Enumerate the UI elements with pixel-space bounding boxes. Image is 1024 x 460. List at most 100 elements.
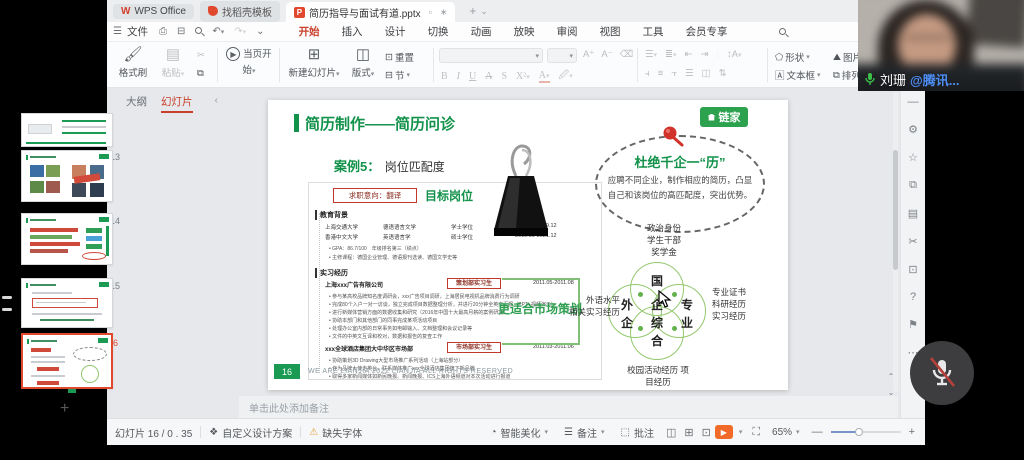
share-icon[interactable]: ⧉ (909, 179, 917, 192)
align-right-icon[interactable]: ⫟ (671, 68, 677, 79)
settings-sliders-icon[interactable]: ⚙ (908, 123, 918, 136)
ribbon-tab-review[interactable]: 审阅 (546, 22, 589, 42)
ribbon-search-icon[interactable] (779, 26, 786, 38)
previous-slide-button[interactable]: ⌃ (884, 372, 898, 384)
increase-font-icon[interactable]: A⁺ (583, 49, 594, 60)
slide-thumbnail-12[interactable] (21, 113, 113, 147)
italic-button[interactable]: I (457, 71, 460, 82)
quickbar-chevron-icon[interactable]: ⌄ (256, 26, 264, 37)
justify-icon[interactable]: ☰ (685, 68, 694, 79)
bullet-list-icon[interactable]: ☰▾ (645, 49, 657, 60)
numbered-list-icon[interactable]: ≣▾ (665, 49, 676, 60)
clear-format-icon[interactable]: ⌫ (620, 49, 633, 60)
superscript-button[interactable]: X²▾ (516, 71, 530, 82)
redo-icon[interactable]: ↷▾ (234, 26, 246, 37)
font-name-select[interactable]: ▾ (439, 48, 543, 63)
ribbon-tab-design[interactable]: 设计 (374, 22, 417, 42)
wps-home-button[interactable]: W WPS Office (113, 4, 194, 19)
help-icon[interactable]: ? (910, 291, 916, 303)
zoom-slider[interactable] (831, 431, 901, 433)
zoom-level[interactable]: 65%▾ (764, 427, 808, 438)
shadow-button[interactable]: S (501, 71, 507, 82)
slide-thumbnail-13[interactable] (21, 150, 113, 202)
new-slide-button[interactable]: ⊞ 新建幻灯片▾ (285, 45, 343, 79)
print-icon[interactable]: ⊟ (177, 26, 185, 37)
strikethrough-button[interactable]: A (485, 71, 492, 82)
slide-thumbnail-14[interactable] (21, 213, 113, 265)
slide-canvas[interactable]: 简历制作——简历问诊 链家 案例5： 岗位匹配度 求职意向：翻译 目标岗位 教育… (268, 100, 788, 390)
ribbon-tab-member[interactable]: 会员专享 (675, 22, 739, 42)
new-tab-button[interactable]: + (469, 4, 476, 18)
undo-icon[interactable]: ↶▾ (212, 26, 224, 37)
smart-beautify-button[interactable]: ◔ 智能美化▾ (482, 425, 556, 440)
meeting-side-handle[interactable] (2, 296, 12, 299)
play-options-chevron-icon[interactable]: ▾ (739, 428, 743, 436)
canvas-scrollbar-thumb[interactable] (893, 150, 898, 270)
missing-font-warning[interactable]: ⚠ 缺失字体 (301, 425, 370, 440)
line-spacing-icon[interactable]: ↕A▾ (727, 49, 742, 60)
indent-icon[interactable]: ⇥ (701, 49, 709, 60)
ribbon-tab-slideshow[interactable]: 放映 (503, 22, 546, 42)
notes-pane[interactable]: 单击此处添加备注 (239, 396, 898, 418)
save-icon[interactable]: ⎙ (159, 26, 167, 37)
slideshow-play-button[interactable]: ▶ (715, 425, 733, 439)
hamburger-icon[interactable]: ☰ (113, 26, 122, 37)
columns-icon[interactable]: ◫ (702, 68, 711, 79)
underline-button[interactable]: U (469, 71, 476, 82)
outline-tab[interactable]: 大纲 (126, 94, 147, 113)
print-preview-icon[interactable] (195, 26, 202, 37)
collapse-panel-icon[interactable]: ‹ (215, 94, 219, 113)
decrease-font-icon[interactable]: A⁻ (601, 49, 612, 60)
ribbon-tab-transition[interactable]: 切换 (417, 22, 460, 42)
reset-button[interactable]: ⊡重置 (385, 50, 414, 64)
notes-button[interactable]: ☰ 备注▾ (556, 425, 612, 440)
bold-button[interactable]: B (441, 71, 448, 82)
tab-list-chevron-icon[interactable]: ⌄ (480, 6, 488, 17)
comments-button[interactable]: ⬚ 批注 (613, 425, 662, 440)
font-color-button[interactable]: A▾ (539, 70, 550, 83)
highlight-button[interactable]: 🖉▾ (559, 68, 573, 85)
format-painter-button[interactable]: 🖌 格式刷 (113, 45, 153, 79)
microphone-muted-button[interactable] (910, 341, 974, 405)
file-menu[interactable]: 文件 (127, 24, 148, 39)
meeting-side-handle[interactable] (2, 308, 12, 311)
fit-slide-icon[interactable]: ⛶ (752, 426, 760, 439)
cut-tools-icon[interactable]: ✂ (908, 235, 917, 248)
collapse-strip-icon[interactable]: — (908, 96, 919, 108)
shapes-button[interactable]: ⬠形状▾ (775, 50, 810, 64)
slides-tab[interactable]: 幻灯片 (161, 94, 193, 113)
slide-thumbnail-15[interactable] (21, 278, 113, 328)
add-slide-button[interactable]: + (60, 400, 69, 418)
font-size-select[interactable]: ▾ (547, 48, 577, 63)
tab-docer-template[interactable]: 找稻壳模板 (200, 1, 280, 22)
favorites-star-icon[interactable]: ☆ (908, 151, 918, 164)
ribbon-tab-tools[interactable]: 工具 (632, 22, 675, 42)
slide-sorter-icon[interactable]: ⊞ (684, 426, 693, 439)
image-edit-icon[interactable]: ▤ (908, 207, 918, 220)
slide-thumbnail-16[interactable] (21, 333, 113, 389)
normal-view-icon[interactable]: ◫ (666, 426, 676, 439)
copy-button[interactable]: ⧉ (197, 68, 204, 79)
zoom-out-button[interactable]: — (812, 426, 823, 438)
ribbon-tab-insert[interactable]: 插入 (331, 22, 374, 42)
reading-view-icon[interactable]: ⊡ (702, 426, 711, 439)
section-button[interactable]: ⊟节▾ (385, 68, 410, 82)
zoom-in-button[interactable]: + (909, 426, 915, 438)
align-center-icon[interactable]: ≡ (658, 68, 664, 79)
zoom-slider-handle[interactable] (855, 428, 863, 436)
frame-icon[interactable]: ⊡ (908, 263, 917, 276)
textbox-button[interactable]: 🄰文本框▾ (775, 68, 821, 82)
tab-document[interactable]: P 简历指导与面试有道.pptx ▫ ∗ (286, 2, 455, 22)
participant-video[interactable]: 刘珊 @腾讯... (858, 0, 1024, 91)
ribbon-tab-animation[interactable]: 动画 (460, 22, 503, 42)
design-scheme-button[interactable]: ❖ 自定义设计方案 (201, 425, 300, 440)
feedback-flag-icon[interactable]: ⚑ (908, 318, 918, 331)
outdent-icon[interactable]: ⇤ (685, 49, 693, 60)
ribbon-tab-view[interactable]: 视图 (589, 22, 632, 42)
paste-button[interactable]: ▤ 粘贴▾ (153, 45, 193, 79)
layout-button[interactable]: ◫ 版式▾ (345, 45, 381, 79)
play-from-current-button[interactable]: ▶ 当页开始▾ (223, 45, 275, 76)
text-direction-icon[interactable]: ⇅ (719, 68, 727, 79)
align-left-icon[interactable]: ⫞ (645, 68, 650, 79)
cut-button[interactable]: ✂ (197, 50, 205, 61)
